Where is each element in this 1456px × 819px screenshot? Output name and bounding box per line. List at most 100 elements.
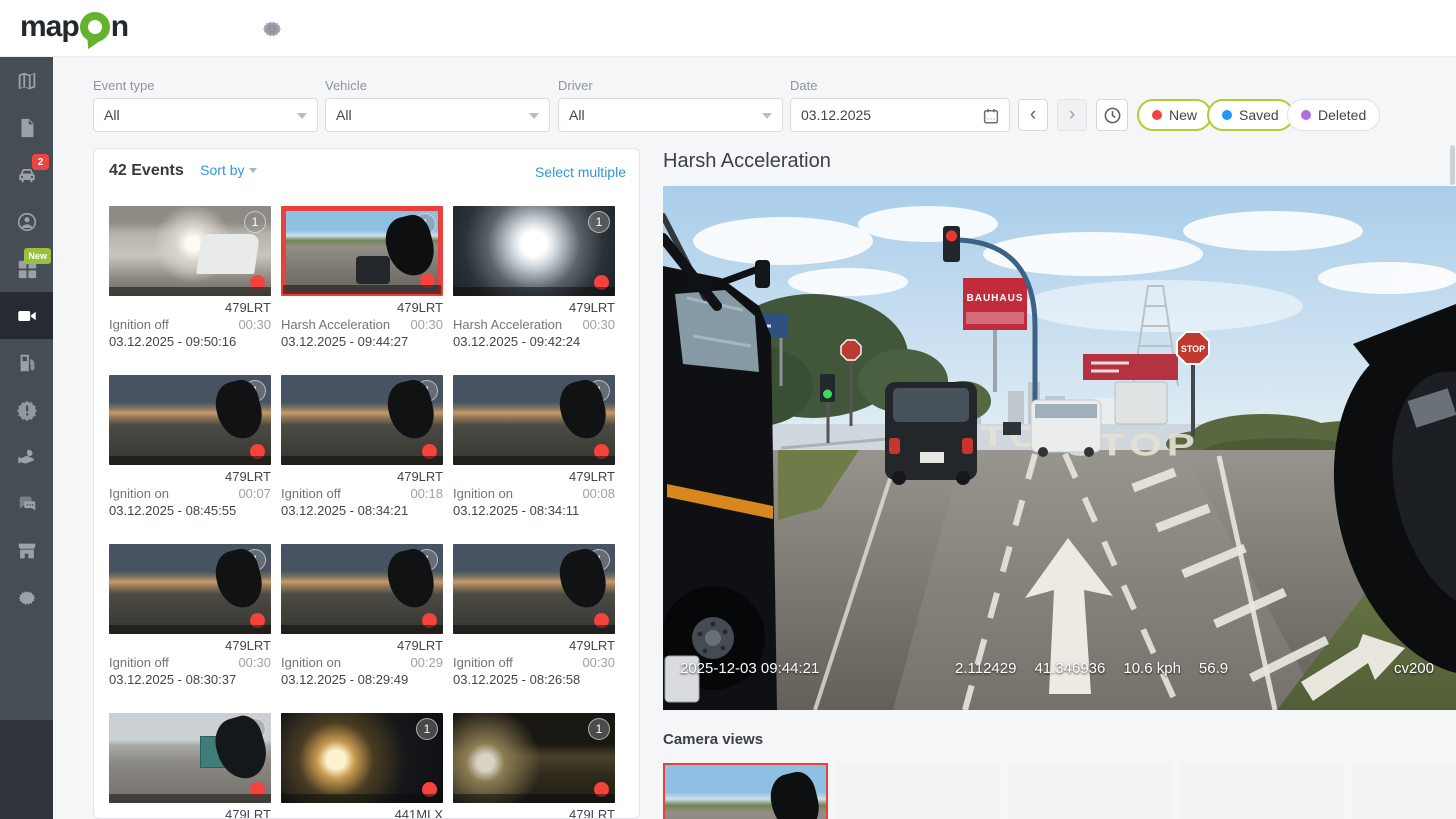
chevron-down-icon — [249, 168, 257, 173]
event-duration: 00:30 — [238, 655, 271, 670]
event-thumbnail[interactable]: 1 — [453, 375, 615, 465]
status-pill-deleted[interactable]: Deleted — [1287, 99, 1380, 131]
status-pill-saved[interactable]: Saved — [1207, 99, 1294, 131]
event-name: Ignition on — [453, 486, 513, 501]
event-card[interactable]: 1 479LRT Harsh Acceleration 00:30 03.12.… — [453, 206, 615, 349]
alert-badge-icon — [16, 399, 38, 421]
chevron-left-icon: ‹ — [1030, 104, 1036, 126]
event-card[interactable]: 1 479LRT Ignition on 00:07 03.12.2025 - … — [109, 375, 271, 518]
event-name: Harsh Acceleration — [453, 317, 562, 332]
event-card[interactable]: 1 479LRT Ignition off 00:18 03.12.2025 -… — [281, 375, 443, 518]
event-card[interactable]: 1 479LRT Harsh Acceleration 00:30 03.12.… — [281, 206, 443, 349]
event-card[interactable]: 1 479LRT Ignition off 00:30 03.12.2025 -… — [109, 206, 271, 349]
settings-gear-icon[interactable] — [260, 17, 284, 41]
status-dot — [1152, 110, 1162, 120]
sort-by-button[interactable]: Sort by — [200, 162, 256, 178]
thumb-overlay-bar — [283, 285, 441, 294]
camera-count-badge: 1 — [244, 549, 266, 571]
chevron-down-icon — [762, 113, 772, 119]
event-name: Ignition on — [109, 486, 169, 501]
status-pill-label: Deleted — [1318, 107, 1366, 123]
camera-view-placeholder — [836, 763, 1000, 819]
event-card[interactable]: 1 479LRT Ignition on 00:08 03.12.2025 - … — [453, 375, 615, 518]
status-pill-label: Saved — [1239, 107, 1279, 123]
video-camera-icon — [16, 305, 38, 327]
event-duration: 00:29 — [410, 655, 443, 670]
thumb-overlay-bar — [453, 287, 615, 296]
history-button[interactable] — [1096, 99, 1128, 131]
vehicle-plate: 479LRT — [281, 469, 443, 484]
sidebar-item-eco[interactable] — [0, 433, 53, 480]
event-type-select[interactable]: All — [93, 98, 318, 132]
vehicle-select[interactable]: All — [325, 98, 550, 132]
thumb-overlay-bar — [453, 794, 615, 803]
event-thumbnail[interactable]: 1 — [281, 544, 443, 634]
sidebar-item-map[interactable] — [0, 57, 53, 104]
next-day-button[interactable]: › — [1057, 99, 1087, 131]
sidebar-bottom-section — [0, 720, 53, 819]
camera-count-badge: 1 — [416, 380, 438, 402]
mapon-logo: map n — [20, 10, 128, 44]
thumb-overlay-bar — [281, 625, 443, 634]
event-duration: 00:08 — [582, 486, 615, 501]
event-card[interactable]: 1 441MLX Ignition off 00:29 — [281, 713, 443, 819]
event-card[interactable]: 1 479LRT Harsh Acceleration 00:30 — [109, 713, 271, 819]
sidebar-item-documents[interactable] — [0, 104, 53, 151]
event-name: Ignition off — [109, 317, 169, 332]
select-multiple-button[interactable]: Select multiple — [535, 164, 626, 180]
event-card[interactable]: 1 479LRT Ignition off 00:30 03.12.2025 -… — [109, 544, 271, 687]
sidebar-item-users[interactable] — [0, 198, 53, 245]
thumb-overlay-bar — [453, 456, 615, 465]
vehicle-plate: 479LRT — [453, 807, 615, 819]
logo-text-pre: map — [20, 10, 79, 44]
event-thumbnail[interactable]: 1 — [109, 206, 271, 296]
driver-label: Driver — [558, 78, 593, 93]
vehicle-label: Vehicle — [325, 78, 367, 93]
sidebar-item-marketplace[interactable] — [0, 527, 53, 574]
camera-count-badge: 1 — [244, 380, 266, 402]
driver-select[interactable]: All — [558, 98, 783, 132]
event-thumbnail[interactable]: 1 — [453, 206, 615, 296]
logo-bubble-icon — [80, 12, 110, 42]
svg-text:BAUHAUS: BAUHAUS — [967, 293, 1024, 304]
event-card[interactable]: 1 479LRT Ignition off 00:30 03.12.2025 -… — [453, 544, 615, 687]
sidebar-item-dashboard[interactable]: New — [0, 245, 53, 292]
prev-day-button[interactable]: ‹ — [1018, 99, 1048, 131]
event-card[interactable]: 1 479LRT Ignition on 00:29 — [453, 713, 615, 819]
sidebar-item-alerts[interactable] — [0, 386, 53, 433]
status-pill-new[interactable]: New — [1137, 99, 1212, 131]
event-card[interactable]: 1 479LRT Ignition on 00:29 03.12.2025 - … — [281, 544, 443, 687]
event-thumbnail[interactable]: 1 — [453, 544, 615, 634]
play-icon[interactable] — [780, 787, 810, 817]
event-type-label: Event type — [93, 78, 154, 93]
event-thumbnail[interactable]: 1 — [281, 206, 443, 296]
sidebar-item-chat[interactable] — [0, 480, 53, 527]
thumb-overlay-bar — [109, 287, 271, 296]
chevron-right-icon: › — [1069, 104, 1075, 126]
event-thumbnail[interactable]: 1 — [109, 375, 271, 465]
camera-view-thumbnail[interactable] — [663, 763, 828, 819]
event-duration: 00:30 — [582, 655, 615, 670]
thumb-overlay-bar — [109, 625, 271, 634]
eco-hand-icon — [16, 446, 38, 468]
vertical-scrollbar[interactable] — [1450, 145, 1455, 185]
camera-view-placeholder — [1352, 763, 1456, 819]
sidebar-item-fleet[interactable]: 2 — [0, 151, 53, 198]
event-datetime: 03.12.2025 - 08:34:21 — [281, 503, 443, 518]
event-duration: 00:18 — [410, 486, 443, 501]
vehicle-plate: 479LRT — [109, 300, 271, 315]
date-input[interactable]: 03.12.2025 — [790, 98, 1010, 132]
event-thumbnail[interactable]: 1 — [453, 713, 615, 803]
camera-count-badge: 1 — [244, 211, 266, 233]
camera-count-badge: 1 — [588, 380, 610, 402]
event-thumbnail[interactable]: 1 — [281, 713, 443, 803]
vehicle-plate: 479LRT — [109, 807, 271, 819]
event-name: Ignition off — [281, 486, 341, 501]
event-thumbnail[interactable]: 1 — [281, 375, 443, 465]
event-thumbnail[interactable]: 1 — [109, 713, 271, 803]
sidebar-item-fuel[interactable] — [0, 339, 53, 386]
event-thumbnail[interactable]: 1 — [109, 544, 271, 634]
sidebar-item-video[interactable] — [0, 292, 53, 339]
camera-count-badge: 1 — [588, 718, 610, 740]
sidebar-item-settings[interactable] — [0, 574, 53, 621]
